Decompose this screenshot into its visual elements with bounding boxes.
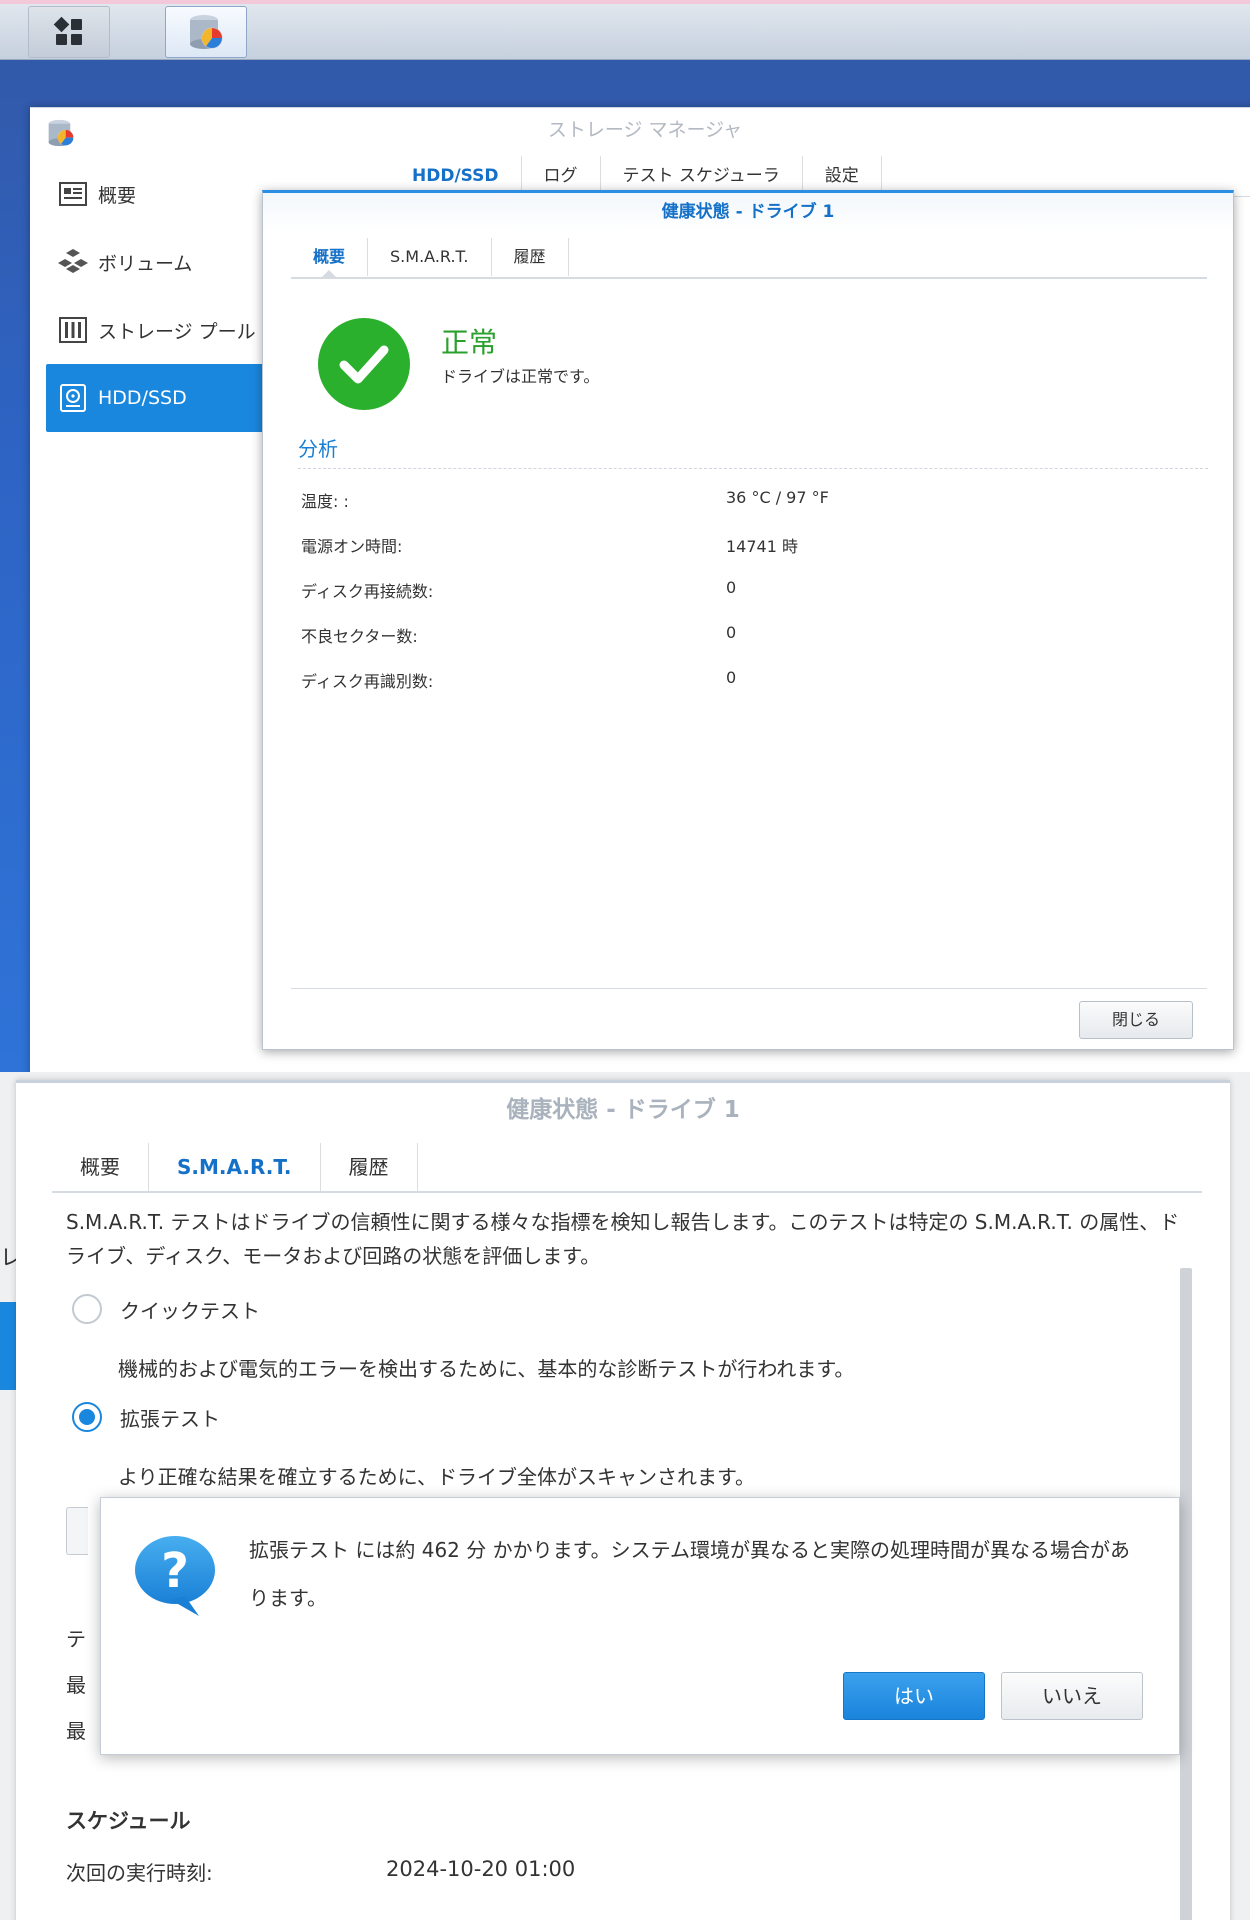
analysis-heading: 分析	[298, 437, 338, 461]
row-value: 36 °C / 97 °F	[726, 488, 829, 507]
sidebar-item-label: ボリューム	[98, 252, 193, 275]
storage-pool-icon	[58, 315, 88, 345]
tab-divider	[291, 277, 1207, 279]
analysis-row-reidentify-count: ディスク再識別数: 0	[301, 668, 1181, 692]
analysis-row-temperature: 温度: : 36 °C / 97 °F	[301, 488, 1181, 512]
divider	[298, 468, 1208, 469]
quick-test-description: 機械的および電気的エラーを検出するために、基本的な診断テストが行われます。	[118, 1357, 855, 1381]
quick-test-option[interactable]: クイックテスト	[72, 1294, 260, 1324]
sidebar-item-hdd-ssd[interactable]: HDD/SSD	[46, 364, 296, 432]
obscured-label: 最	[66, 1719, 86, 1743]
row-value: 14741 時	[726, 537, 798, 556]
row-value: 0	[726, 623, 737, 642]
sidebar-item-storage-pool[interactable]: ストレージ プール	[46, 296, 296, 364]
dialog-title: 健康状態 - ドライブ 1	[506, 1097, 740, 1123]
analysis-row-reconnect-count: ディスク再接続数: 0	[301, 578, 1181, 602]
window-title: ストレージ マネージャ	[547, 119, 743, 141]
tab-history[interactable]: 履歴	[321, 1143, 418, 1191]
status-title: 正常	[441, 326, 498, 359]
storage-manager-taskbar-button[interactable]	[165, 6, 247, 58]
option-label: 拡張テスト	[120, 1406, 220, 1431]
svg-text:?: ?	[161, 1543, 189, 1599]
sidebar-item-volume[interactable]: ボリューム	[46, 228, 296, 296]
close-button[interactable]: 閉じる	[1079, 1001, 1193, 1039]
tab-overview[interactable]: 概要	[52, 1143, 149, 1191]
background-selection	[0, 1302, 16, 1390]
row-label: ディスク再接続数:	[301, 582, 434, 601]
storage-manager-icon	[190, 15, 223, 49]
main-menu-button[interactable]	[28, 6, 110, 58]
analysis-row-power-on-hours: 電源オン時間: 14741 時	[301, 533, 1181, 557]
start-test-button[interactable]	[66, 1507, 88, 1555]
tab-smart[interactable]: S.M.A.R.T.	[149, 1143, 321, 1191]
health-dialog-smart: 健康状態 - ドライブ 1 概要 S.M.A.R.T. 履歴 S.M.A.R.T…	[16, 1080, 1230, 1920]
tab-smart[interactable]: S.M.A.R.T.	[368, 238, 492, 276]
no-button[interactable]: いいえ	[1001, 1672, 1143, 1720]
schedule-heading: スケジュール	[66, 1809, 191, 1833]
radio-selected-dot	[79, 1409, 95, 1425]
sidebar-item-label: HDD/SSD	[98, 387, 187, 409]
dialog-tabs: 概要 S.M.A.R.T. 履歴	[291, 238, 569, 277]
yes-button[interactable]: はい	[843, 1672, 985, 1720]
obscured-label: 最	[66, 1673, 86, 1697]
extended-test-description: より正確な結果を確立するために、ドライブ全体がスキャンされます。	[118, 1465, 755, 1489]
checkmark-icon	[318, 318, 410, 410]
status-description: ドライブは正常です。	[441, 367, 600, 386]
smart-test-screenshot: レ 健康状態 - ドライブ 1 概要 S.M.A.R.T. 履歴 S.M.A.R…	[0, 1072, 1250, 1920]
row-label: ディスク再識別数:	[301, 672, 434, 691]
extended-test-option[interactable]: 拡張テスト	[72, 1402, 220, 1432]
tab-overview[interactable]: 概要	[291, 238, 369, 277]
quick-test-radio[interactable]	[72, 1294, 102, 1324]
question-icon: ?	[131, 1534, 221, 1622]
analysis-row-bad-sectors: 不良セクター数: 0	[301, 623, 1181, 647]
dialog-tabs: 概要 S.M.A.R.T. 履歴	[52, 1143, 418, 1191]
dialog-title: 健康状態 - ドライブ 1	[263, 193, 1233, 231]
health-dialog-overview: 健康状態 - ドライブ 1 概要 S.M.A.R.T. 履歴 正常 ドライブは正…	[262, 190, 1234, 1050]
row-label: 不良セクター数:	[301, 627, 418, 646]
volume-icon	[58, 247, 88, 277]
smart-description: S.M.A.R.T. テストはドライブの信頼性に関する様々な指標を検知し報告しま…	[66, 1210, 1180, 1268]
taskbar	[0, 0, 1250, 60]
row-label: 電源オン時間:	[301, 537, 403, 556]
sidebar-item-label: 概要	[98, 184, 137, 207]
sidebar-item-overview[interactable]: 概要	[46, 160, 296, 228]
sidebar: 概要 ボリューム ストレージ プール HDD/SSD	[46, 160, 296, 432]
main-menu-icon	[53, 16, 82, 45]
overview-icon	[58, 179, 88, 209]
divider	[291, 988, 1207, 989]
option-label: クイックテスト	[120, 1298, 260, 1323]
sidebar-item-label: ストレージ プール	[98, 320, 256, 343]
confirm-dialog: ? 拡張テスト には約 462 分 かかります。システム環境が異なると実際の処理…	[100, 1497, 1180, 1755]
storage-manager-screenshot: ストレージ マネージャ 概要 ボリューム ストレージ プール HDD/SSD H…	[0, 0, 1250, 1072]
scrollbar[interactable]	[1180, 1268, 1192, 1920]
top-edge	[0, 0, 1250, 4]
row-label: 温度: :	[301, 492, 349, 511]
confirm-message: 拡張テスト には約 462 分 かかります。システム環境が異なると実際の処理時間…	[249, 1538, 1131, 1610]
row-value: 0	[726, 668, 737, 687]
next-run-value: 2024-10-20 01:00	[386, 1857, 576, 1881]
tab-divider	[52, 1191, 1202, 1193]
next-run-label: 次回の実行時刻:	[66, 1861, 213, 1885]
extended-test-radio[interactable]	[72, 1402, 102, 1432]
tab-history[interactable]: 履歴	[492, 238, 569, 276]
row-value: 0	[726, 578, 737, 597]
obscured-heading: テ	[66, 1627, 86, 1651]
hdd-icon	[58, 383, 88, 413]
